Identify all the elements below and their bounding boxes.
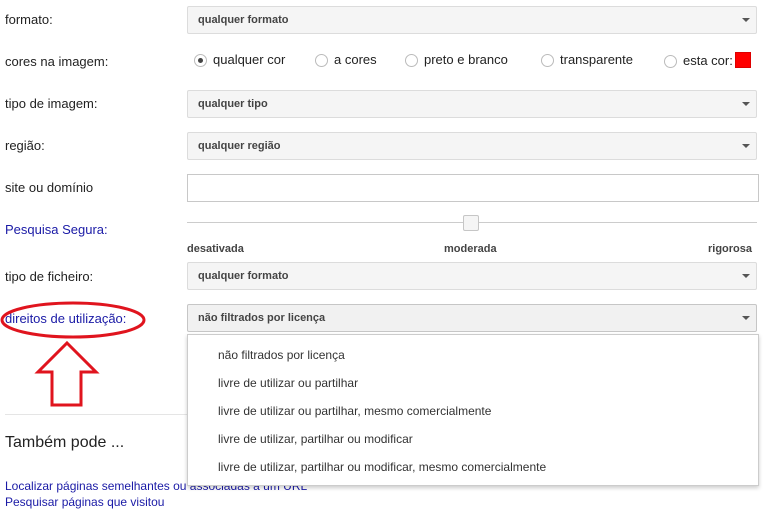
tipo-ficheiro-value: qualquer formato	[198, 270, 289, 282]
menu-item-livre-modificar-comercial[interactable]: livre de utilizar, partilhar ou modifica…	[218, 460, 546, 474]
annotation-overlay	[0, 301, 146, 407]
safesearch-slider-handle[interactable]	[463, 215, 479, 231]
tipo-imagem-value: qualquer tipo	[198, 98, 268, 110]
tipo-ficheiro-label: tipo de ficheiro:	[5, 269, 94, 284]
annotation-ellipse	[0, 301, 146, 339]
section-divider	[5, 414, 187, 415]
direitos-dropdown-menu: não filtrados por licença livre de utili…	[187, 334, 759, 486]
site-input[interactable]	[187, 174, 759, 202]
radio-transparente[interactable]: transparente	[541, 52, 633, 67]
radio-esta-cor[interactable]: esta cor:	[664, 52, 751, 68]
radio-checked-icon	[194, 54, 207, 67]
regiao-label: região:	[5, 138, 45, 153]
menu-item-livre-utilizar[interactable]: livre de utilizar ou partilhar	[218, 376, 358, 390]
cores-label: cores na imagem:	[5, 54, 109, 69]
chevron-down-icon	[742, 316, 750, 320]
formato-label: formato:	[5, 12, 53, 27]
arrow-up-icon	[34, 340, 100, 407]
radio-preto-branco[interactable]: preto e branco	[405, 52, 508, 67]
radio-icon	[664, 55, 677, 68]
chevron-down-icon	[742, 102, 750, 106]
direitos-value: não filtrados por licença	[198, 312, 326, 324]
menu-item-livre-comercial[interactable]: livre de utilizar ou partilhar, mesmo co…	[218, 404, 491, 418]
menu-item-livre-modificar[interactable]: livre de utilizar, partilhar ou modifica…	[218, 432, 413, 446]
also-heading: Também pode ...	[5, 434, 125, 451]
color-swatch[interactable]	[734, 52, 751, 68]
slider-label-desativada: desativada	[187, 243, 244, 255]
chevron-down-icon	[742, 18, 750, 22]
link-visited-pages[interactable]: Pesquisar páginas que visitou	[5, 495, 164, 509]
tipo-imagem-select[interactable]: qualquer tipo	[187, 90, 757, 118]
formato-select[interactable]: qualquer formato	[187, 6, 757, 34]
slider-label-rigorosa: rigorosa	[708, 243, 753, 255]
radio-a-cores[interactable]: a cores	[315, 52, 377, 67]
regiao-select[interactable]: qualquer região	[187, 132, 757, 160]
radio-icon	[405, 54, 418, 67]
chevron-down-icon	[742, 274, 750, 278]
formato-value: qualquer formato	[198, 14, 289, 26]
chevron-down-icon	[742, 144, 750, 148]
slider-label-moderada: moderada	[444, 243, 497, 255]
site-label: site ou domínio	[5, 180, 94, 195]
regiao-value: qualquer região	[198, 140, 281, 152]
tipo-ficheiro-select[interactable]: qualquer formato	[187, 262, 757, 290]
pesquisa-segura-link[interactable]: Pesquisa Segura:	[5, 222, 108, 237]
menu-item-nao-filtrados[interactable]: não filtrados por licença	[218, 348, 345, 362]
radio-icon	[315, 54, 328, 67]
radio-qualquer-cor[interactable]: qualquer cor	[194, 52, 285, 67]
tipo-imagem-label: tipo de imagem:	[5, 96, 98, 111]
radio-icon	[541, 54, 554, 67]
direitos-select[interactable]: não filtrados por licença	[187, 304, 757, 332]
